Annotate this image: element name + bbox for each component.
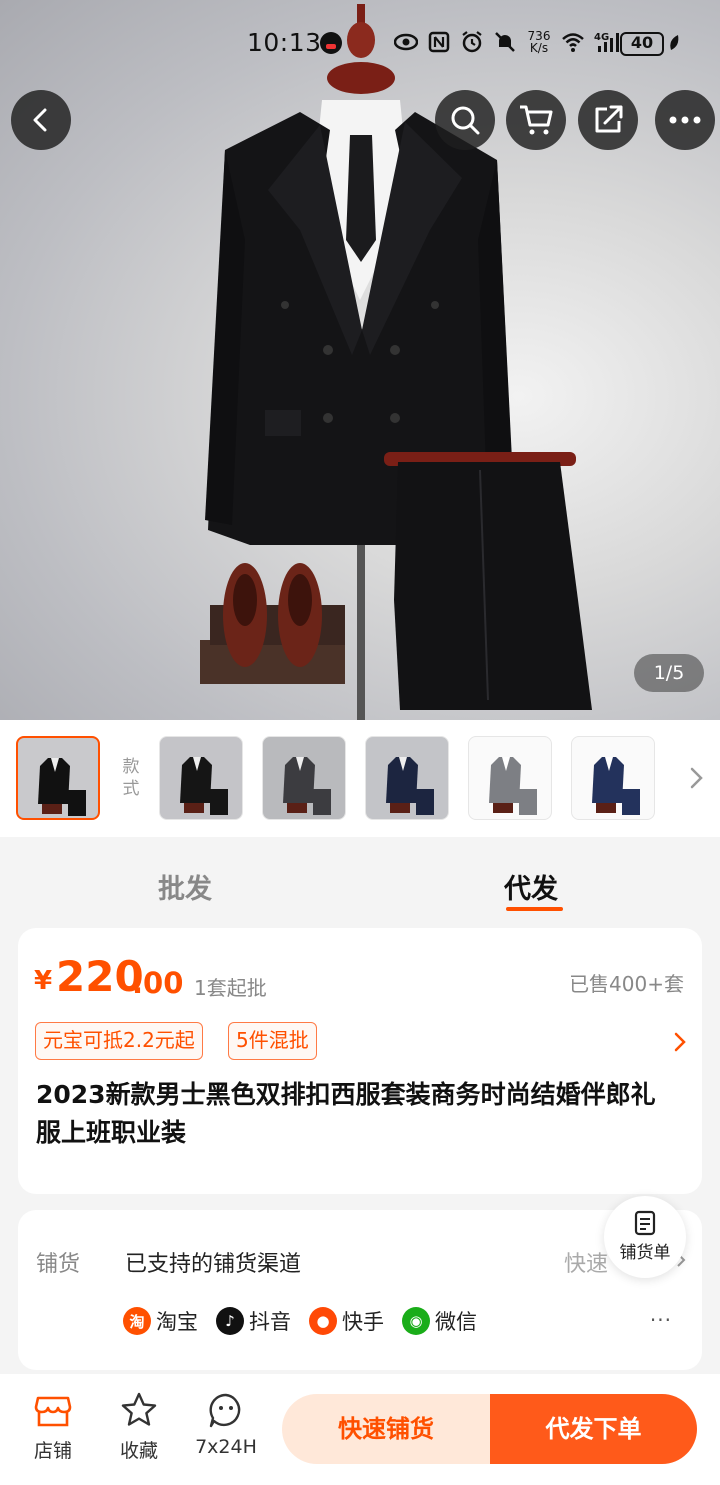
customer-service-label: 7x24H (195, 1436, 257, 1458)
status-time: 10:13 (247, 28, 322, 57)
favorite-label: 收藏 (119, 1440, 158, 1462)
store-label: 店铺 (33, 1440, 72, 1462)
platform-name: 抖音 (249, 1310, 291, 1334)
price-info-card: ¥ 220 .00 1套起批 已售400+套 元宝可抵2.2元起 5件混批 20… (18, 928, 702, 1194)
customer-service-button[interactable]: 7x24H (191, 1390, 261, 1458)
platform-name: 微信 (435, 1310, 477, 1334)
taobao-icon: 淘 (123, 1307, 151, 1335)
share-icon (595, 105, 623, 133)
search-icon (451, 106, 480, 135)
platform-name: 淘宝 (156, 1310, 198, 1334)
battery-indicator: 40 (620, 32, 664, 56)
distribution-quick-text[interactable]: 快速 (564, 1246, 608, 1278)
share-button[interactable] (578, 90, 638, 150)
price-currency: ¥ (34, 966, 53, 996)
suit-thumbnail-image (386, 757, 434, 815)
favorite-button[interactable]: 收藏 (104, 1390, 174, 1463)
store-icon (34, 1396, 72, 1427)
search-button[interactable] (435, 90, 495, 150)
price-integer: 220 (56, 952, 144, 1001)
purchase-mode-tabs: 批发 代发 (0, 837, 720, 929)
distribution-channels-text: 已支持的铺货渠道 (125, 1252, 302, 1277)
quick-distribute-button[interactable]: 快速铺货 (282, 1394, 490, 1464)
suit-thumbnail-image (283, 757, 331, 815)
kuaishou-icon: ● (309, 1307, 337, 1335)
chevron-left-icon (33, 108, 47, 132)
platform-kuaishou: ● 快手 (309, 1306, 384, 1336)
document-list-icon (634, 1210, 656, 1236)
network-speed-unit: K/s (529, 41, 549, 55)
sold-count: 已售400+套 (569, 972, 684, 996)
mute-icon (495, 32, 515, 52)
variant-thumbnail-strip: 款式 (0, 720, 720, 837)
power-saving-leaf-icon (670, 35, 679, 50)
customer-service-icon (209, 1393, 241, 1428)
more-dots-icon (669, 116, 701, 124)
suit-thumbnail-image (489, 757, 537, 815)
store-button[interactable]: 店铺 (18, 1390, 88, 1463)
variant-thumbnail-grey[interactable] (468, 736, 552, 820)
more-menu-button[interactable] (655, 90, 715, 150)
chevron-right-icon[interactable] (686, 764, 706, 792)
image-counter: 1/5 (634, 654, 704, 692)
chevron-right-icon[interactable] (674, 1032, 686, 1052)
eye-icon (394, 33, 418, 51)
bottom-action-bar: 店铺 收藏 7x24H 快速铺货 代发下单 (0, 1374, 720, 1485)
variant-label: 款式 (122, 757, 140, 799)
price-decimal: .00 (132, 966, 184, 1000)
suit-thumbnail-image (38, 758, 86, 816)
active-tab-indicator (506, 907, 563, 911)
wifi-icon (562, 33, 584, 52)
status-bar: 10:13 736 K/s 4G 40 (0, 22, 720, 62)
platform-wechat: ◉ 微信 (402, 1306, 477, 1336)
wechat-icon: ◉ (402, 1307, 430, 1335)
distribution-label: 铺货 (36, 1252, 81, 1277)
promo-tag-coupon[interactable]: 元宝可抵2.2元起 (35, 1022, 203, 1060)
platform-taobao: 淘 淘宝 (123, 1306, 198, 1336)
cart-button[interactable] (506, 90, 566, 150)
qq-notification-icon (320, 32, 342, 54)
variant-thumbnail-black[interactable] (159, 736, 243, 820)
platform-name: 快手 (342, 1310, 384, 1334)
tab-dropship[interactable]: 代发 (504, 867, 558, 906)
product-image-gallery[interactable]: 10:13 736 K/s 4G 40 1/5 (0, 0, 720, 720)
svg-text:4G: 4G (594, 32, 609, 43)
distribution-list-fab[interactable]: 铺货单 (604, 1196, 686, 1278)
suit-thumbnail-image (592, 757, 640, 815)
variant-thumbnail-charcoal[interactable] (262, 736, 346, 820)
variant-thumbnail-black-selected[interactable] (16, 736, 100, 820)
dropship-order-button[interactable]: 代发下单 (490, 1394, 697, 1464)
star-icon (121, 1392, 157, 1426)
platform-list: 淘 淘宝 ♪ 抖音 ● 快手 ◉ 微信 (123, 1306, 477, 1336)
tab-wholesale[interactable]: 批发 (158, 867, 212, 906)
network-speed: 736 K/s (526, 30, 552, 54)
alarm-icon (462, 31, 482, 53)
variant-thumbnail-navy[interactable] (365, 736, 449, 820)
minimum-order: 1套起批 (194, 976, 267, 1000)
product-title: 2023新款男士黑色双排扣西服套装商务时尚结婚伴郎礼服上班职业装 (36, 1080, 656, 1147)
promo-tag-mixed-batch[interactable]: 5件混批 (228, 1022, 317, 1060)
more-platforms-button[interactable]: ··· (650, 1308, 672, 1332)
variant-thumbnail-blue[interactable] (571, 736, 655, 820)
cart-icon (520, 105, 553, 135)
distribution-card[interactable]: 铺货 已支持的铺货渠道 快速 淘 淘宝 ♪ 抖音 ● 快手 ◉ 微信 ··· (18, 1210, 702, 1370)
douyin-icon: ♪ (216, 1307, 244, 1335)
suit-thumbnail-image (180, 757, 228, 815)
platform-douyin: ♪ 抖音 (216, 1306, 291, 1336)
back-button[interactable] (11, 90, 71, 150)
fab-label: 铺货单 (619, 1243, 671, 1263)
nfc-icon (428, 31, 450, 53)
